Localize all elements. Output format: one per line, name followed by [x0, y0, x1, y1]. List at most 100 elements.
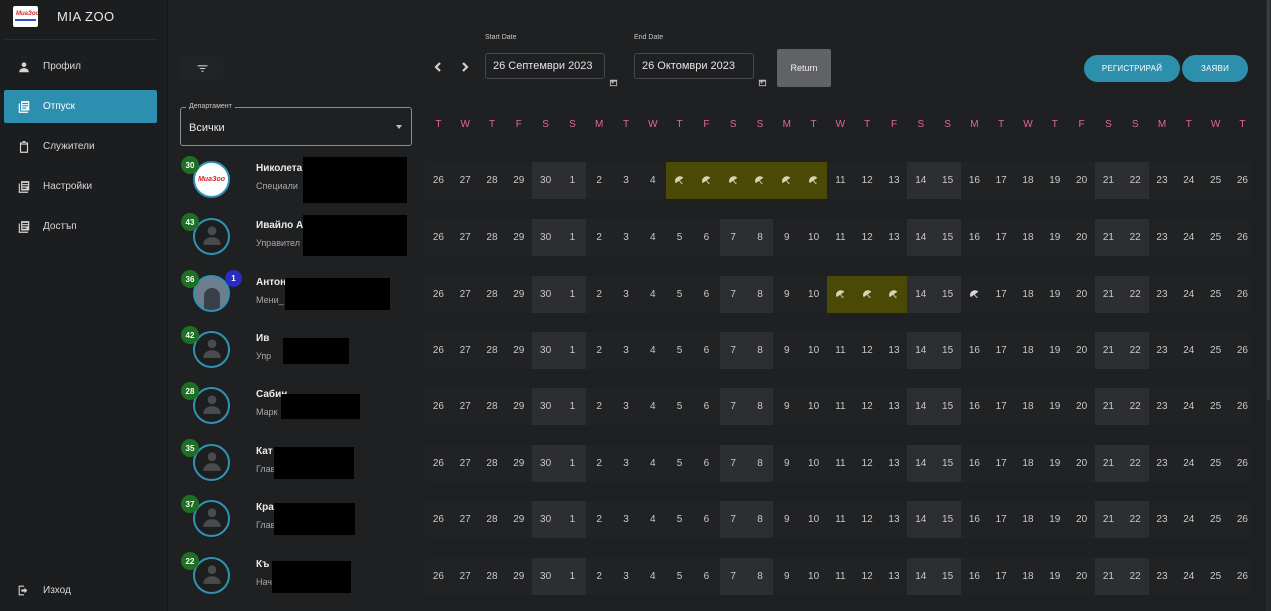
day-cell[interactable]: 30 — [532, 162, 559, 199]
day-cell[interactable]: 22 — [1121, 501, 1149, 538]
day-cell[interactable]: 1 — [559, 388, 586, 425]
day-cell[interactable]: 13 — [881, 332, 908, 369]
day-cell[interactable]: 24 — [1175, 558, 1202, 595]
day-cell[interactable]: 25 — [1202, 501, 1229, 538]
day-cell[interactable]: 25 — [1202, 558, 1229, 595]
day-cell[interactable]: 9 — [773, 388, 800, 425]
day-cell[interactable]: 15 — [934, 445, 961, 482]
day-cell[interactable]: 30 — [532, 332, 559, 369]
scrollbar[interactable] — [1266, 0, 1271, 611]
day-cell[interactable]: 7 — [719, 558, 747, 595]
day-cell[interactable]: 8 — [746, 219, 774, 256]
day-cell[interactable]: 3 — [613, 332, 640, 369]
day-cell[interactable]: 3 — [613, 501, 640, 538]
day-cell[interactable]: 14 — [907, 388, 935, 425]
day-cell[interactable]: 1 — [559, 445, 586, 482]
sidebar-item-settings[interactable]: Настройки — [4, 170, 157, 203]
day-cell[interactable]: 7 — [719, 332, 747, 369]
day-cell[interactable]: 23 — [1149, 162, 1176, 199]
day-cell[interactable]: 12 — [854, 501, 881, 538]
day-cell[interactable]: 18 — [1015, 501, 1042, 538]
day-cell[interactable]: 10 — [800, 219, 827, 256]
day-cell[interactable]: 19 — [1041, 219, 1068, 256]
day-cell[interactable]: 21 — [1095, 162, 1122, 199]
day-cell[interactable]: 1 — [559, 501, 586, 538]
day-cell[interactable]: 5 — [666, 445, 693, 482]
day-cell[interactable]: 1 — [559, 558, 586, 595]
vacation-day-cell[interactable] — [719, 162, 747, 199]
day-cell[interactable]: 19 — [1041, 558, 1068, 595]
day-cell[interactable]: 26 — [425, 219, 452, 256]
day-cell[interactable]: 3 — [613, 388, 640, 425]
day-cell[interactable]: 3 — [613, 162, 640, 199]
day-cell[interactable]: 29 — [505, 558, 532, 595]
day-cell[interactable]: 21 — [1095, 558, 1122, 595]
vacation-day-cell[interactable] — [773, 162, 801, 199]
day-cell[interactable]: 4 — [639, 501, 666, 538]
day-cell[interactable]: 8 — [746, 558, 774, 595]
day-cell[interactable]: 26 — [1229, 445, 1256, 482]
day-cell[interactable]: 11 — [827, 501, 854, 538]
day-cell[interactable]: 24 — [1175, 219, 1202, 256]
day-cell[interactable]: 7 — [719, 388, 747, 425]
sidebar-item-vacation[interactable]: Отпуск — [4, 90, 157, 123]
day-cell[interactable]: 19 — [1041, 501, 1068, 538]
day-cell[interactable]: 24 — [1175, 332, 1202, 369]
day-cell[interactable]: 18 — [1015, 558, 1042, 595]
day-cell[interactable]: 15 — [934, 276, 961, 313]
day-cell[interactable]: 23 — [1149, 445, 1176, 482]
day-cell[interactable]: 22 — [1121, 558, 1149, 595]
day-cell[interactable]: 27 — [452, 445, 479, 482]
day-cell[interactable]: 25 — [1202, 276, 1229, 313]
day-cell[interactable]: 9 — [773, 219, 800, 256]
day-cell[interactable]: 16 — [961, 332, 988, 369]
day-cell[interactable]: 24 — [1175, 388, 1202, 425]
day-cell[interactable]: 17 — [988, 276, 1015, 313]
day-cell[interactable]: 26 — [1229, 388, 1256, 425]
day-cell[interactable]: 28 — [479, 332, 506, 369]
day-cell[interactable]: 4 — [639, 276, 666, 313]
day-cell[interactable]: 26 — [425, 445, 452, 482]
day-cell[interactable]: 26 — [1229, 162, 1256, 199]
day-cell[interactable]: 5 — [666, 558, 693, 595]
day-cell[interactable]: 7 — [719, 501, 747, 538]
day-cell[interactable]: 26 — [425, 332, 452, 369]
day-cell[interactable]: 24 — [1175, 445, 1202, 482]
day-cell[interactable]: 9 — [773, 276, 800, 313]
day-cell[interactable]: 6 — [693, 332, 720, 369]
day-cell[interactable]: 21 — [1095, 219, 1122, 256]
day-cell[interactable]: 4 — [639, 219, 666, 256]
day-cell[interactable]: 26 — [425, 162, 452, 199]
day-cell[interactable]: 17 — [988, 445, 1015, 482]
day-cell[interactable]: 26 — [1229, 558, 1256, 595]
day-cell[interactable]: 16 — [961, 558, 988, 595]
day-cell[interactable]: 21 — [1095, 276, 1122, 313]
day-cell[interactable]: 22 — [1121, 445, 1149, 482]
day-cell[interactable]: 15 — [934, 332, 961, 369]
calendar-icon[interactable] — [758, 74, 767, 87]
day-cell[interactable]: 14 — [907, 276, 935, 313]
sidebar-item-profile[interactable]: Профил — [4, 50, 157, 83]
vacation-day-cell[interactable] — [853, 276, 881, 313]
day-cell[interactable]: 3 — [613, 219, 640, 256]
day-cell[interactable]: 22 — [1121, 388, 1149, 425]
day-cell[interactable]: 1 — [559, 332, 586, 369]
day-cell[interactable]: 28 — [479, 445, 506, 482]
day-cell[interactable]: 18 — [1015, 445, 1042, 482]
day-cell[interactable]: 26 — [425, 388, 452, 425]
day-cell[interactable]: 8 — [746, 388, 774, 425]
day-cell[interactable]: 29 — [505, 445, 532, 482]
day-cell[interactable]: 17 — [988, 332, 1015, 369]
day-cell[interactable]: 13 — [881, 445, 908, 482]
day-cell[interactable]: 29 — [505, 501, 532, 538]
day-cell[interactable]: 5 — [666, 501, 693, 538]
vacation-day-cell[interactable] — [800, 162, 827, 199]
day-cell[interactable]: 18 — [1015, 219, 1042, 256]
day-cell[interactable]: 8 — [746, 332, 774, 369]
day-cell[interactable]: 16 — [961, 445, 988, 482]
day-cell[interactable]: 20 — [1068, 445, 1095, 482]
vacation-day-cell[interactable] — [666, 162, 693, 199]
day-cell[interactable]: 5 — [666, 332, 693, 369]
day-cell[interactable]: 14 — [907, 162, 935, 199]
day-cell[interactable]: 21 — [1095, 388, 1122, 425]
